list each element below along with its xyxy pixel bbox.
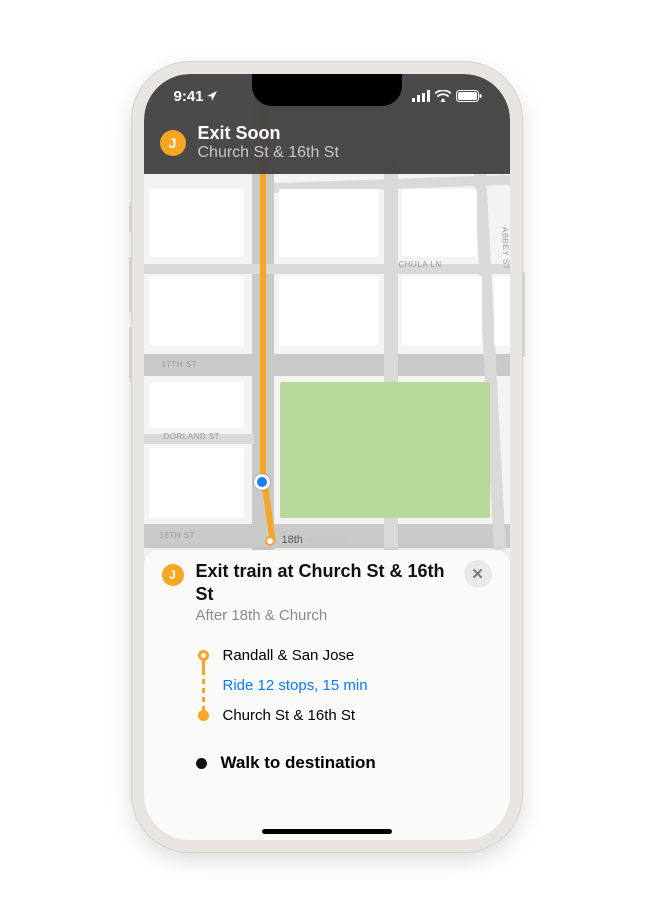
street-label: 17TH ST xyxy=(162,360,198,369)
volume-up-button xyxy=(129,257,132,312)
banner-title: Exit Soon xyxy=(198,123,339,144)
walk-label: Walk to destination xyxy=(221,753,376,773)
street-label: 18TH ST xyxy=(160,531,196,540)
road xyxy=(144,264,510,274)
park xyxy=(280,382,490,518)
walk-icon xyxy=(196,758,207,769)
user-location-dot xyxy=(254,474,270,490)
station-dot xyxy=(265,536,275,546)
map-block xyxy=(402,276,482,346)
notch xyxy=(252,74,402,106)
location-arrow-icon xyxy=(206,90,218,102)
transit-line-badge: J xyxy=(160,130,186,156)
stop-label: Church St & 16th St xyxy=(223,707,356,724)
map-block xyxy=(149,189,244,257)
map-block xyxy=(149,276,244,346)
screen: 9:41 J Exit Soon Church St & 16th St xyxy=(144,74,510,840)
station-label: 18th xyxy=(282,534,303,546)
close-button[interactable]: ✕ xyxy=(464,560,492,588)
sheet-subtitle: After 18th & Church xyxy=(196,607,460,624)
banner-text: Exit Soon Church St & 16th St xyxy=(198,123,339,162)
volume-down-button xyxy=(129,327,132,382)
cellular-icon xyxy=(412,90,430,102)
ride-label: Ride 12 stops, 15 min xyxy=(223,677,368,694)
map-block xyxy=(279,189,379,257)
home-indicator[interactable] xyxy=(262,829,392,834)
power-button xyxy=(522,272,525,357)
stop-dot-icon xyxy=(198,650,209,661)
mute-switch xyxy=(129,202,132,232)
banner-subtitle: Church St & 16th St xyxy=(198,144,339,162)
stop-start[interactable]: Randall & San Jose xyxy=(198,642,492,669)
sheet-title: Exit train at Church St & 16th St xyxy=(196,560,460,605)
battery-icon xyxy=(456,90,482,102)
stop-dot-icon xyxy=(198,710,209,721)
close-icon: ✕ xyxy=(471,565,484,583)
transit-line-badge: J xyxy=(162,564,184,586)
road xyxy=(144,354,510,376)
map-block xyxy=(149,448,244,518)
map-block xyxy=(149,382,244,428)
map-block xyxy=(402,189,477,257)
status-right xyxy=(412,90,482,102)
street-label: DORLAND ST xyxy=(164,432,221,441)
street-label: CHULA LN xyxy=(399,260,442,269)
map-block xyxy=(279,276,379,346)
status-time: 9:41 xyxy=(174,88,204,105)
street-label: ABBEY ST xyxy=(500,227,510,270)
walk-step[interactable]: Walk to destination xyxy=(166,753,492,773)
status-time-group: 9:41 xyxy=(174,88,218,105)
directions-sheet[interactable]: J Exit train at Church St & 16th St Afte… xyxy=(144,550,510,840)
ride-summary[interactable]: Ride 12 stops, 15 min xyxy=(198,669,492,702)
wifi-icon xyxy=(435,90,451,102)
stop-label: Randall & San Jose xyxy=(223,647,355,664)
map-block xyxy=(494,276,510,346)
stop-end[interactable]: Church St & 16th St xyxy=(198,702,492,729)
sheet-grabber[interactable] xyxy=(307,538,347,543)
phone-frame: 9:41 J Exit Soon Church St & 16th St xyxy=(132,62,522,852)
road xyxy=(144,524,510,548)
stops-list: Randall & San Jose Ride 12 stops, 15 min… xyxy=(198,642,492,729)
sheet-header: J Exit train at Church St & 16th St Afte… xyxy=(162,560,492,624)
